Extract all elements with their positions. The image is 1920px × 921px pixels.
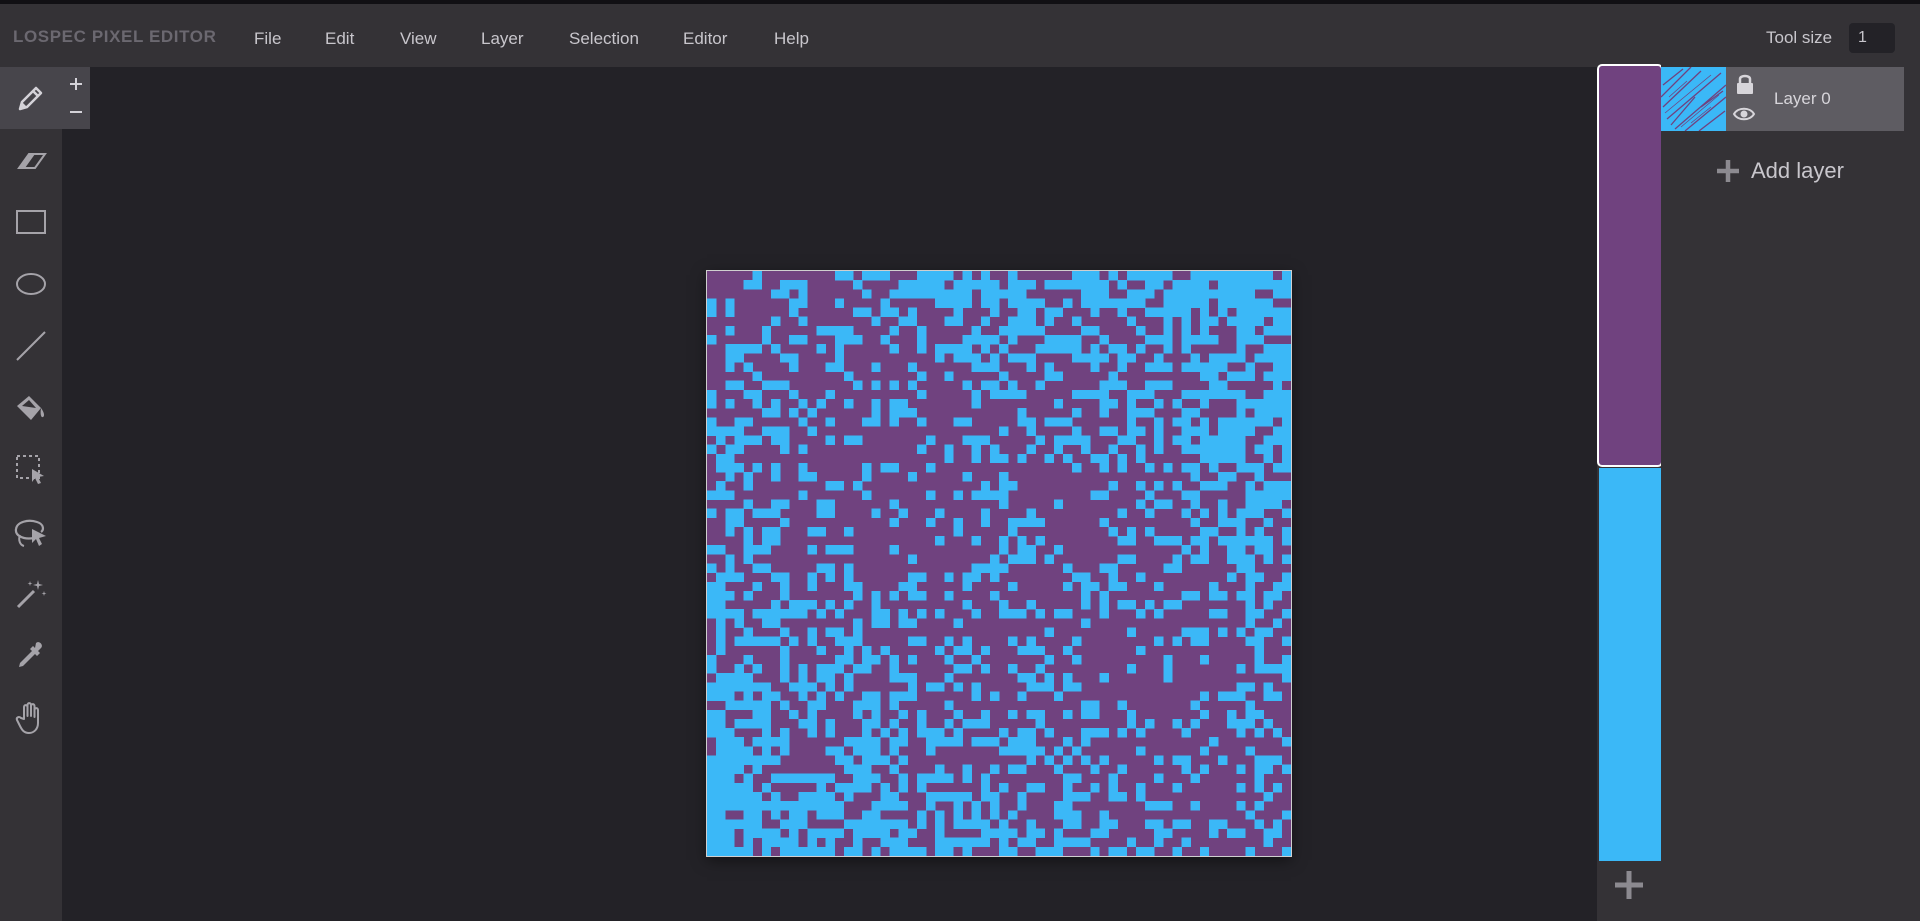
menu-edit[interactable]: Edit — [325, 29, 354, 49]
rectangle-icon — [16, 210, 46, 234]
menu-editor[interactable]: Editor — [683, 29, 727, 49]
magic-wand-icon — [16, 580, 47, 609]
rectangle-tool-button[interactable] — [0, 191, 62, 253]
layer-name: Layer 0 — [1774, 89, 1831, 108]
palette-swatch-blue[interactable] — [1599, 468, 1661, 861]
color-palette — [1597, 65, 1661, 921]
magic-wand-tool-button[interactable] — [0, 563, 62, 625]
pan-hand-icon — [15, 702, 39, 734]
plus-icon — [1615, 871, 1643, 899]
eraser-icon — [17, 153, 47, 169]
layer-thumbnail — [1661, 67, 1726, 131]
rectangle-select-icon — [16, 455, 44, 484]
line-tool-button[interactable] — [0, 315, 62, 377]
app-brand: LOSPEC PIXEL EDITOR — [13, 27, 217, 46]
tool-size-input[interactable] — [1849, 23, 1895, 53]
lock-icon[interactable] — [1734, 73, 1756, 95]
palette-swatch-purple[interactable] — [1599, 66, 1661, 465]
menu-file[interactable]: File — [254, 29, 281, 49]
fill-tool-button[interactable] — [0, 377, 62, 439]
menu-bar: LOSPEC PIXEL EDITOR File Edit View Layer… — [0, 4, 1920, 67]
eyedropper-icon — [19, 642, 42, 667]
layers-panel: Layer 0 Add layer — [1661, 65, 1920, 921]
pixel-canvas[interactable] — [707, 271, 1291, 856]
rectangle-select-tool-button[interactable] — [0, 439, 62, 501]
menu-view[interactable]: View — [400, 29, 437, 49]
ellipse-tool-button[interactable] — [0, 253, 62, 315]
eye-icon[interactable] — [1732, 103, 1756, 125]
line-icon — [16, 331, 46, 361]
menu-selection[interactable]: Selection — [569, 29, 639, 49]
lasso-select-icon — [14, 519, 46, 547]
pan-tool-button[interactable] — [0, 687, 62, 749]
pencil-tool-button[interactable] — [0, 67, 62, 129]
add-layer-button[interactable]: Add layer — [1717, 153, 1844, 189]
lasso-select-tool-button[interactable] — [0, 501, 62, 563]
add-layer-label: Add layer — [1751, 158, 1844, 183]
eyedropper-tool-button[interactable] — [0, 625, 62, 687]
layer-item[interactable]: Layer 0 — [1661, 67, 1904, 131]
tool-size-label: Tool size — [1766, 28, 1833, 47]
ellipse-icon — [16, 273, 46, 295]
workspace — [62, 67, 1596, 921]
add-color-button[interactable] — [1615, 871, 1643, 899]
eraser-tool-button[interactable] — [0, 129, 62, 191]
tool-bar — [0, 67, 62, 921]
fill-bucket-icon — [17, 396, 45, 420]
pencil-icon — [18, 86, 43, 111]
plus-icon — [1717, 160, 1739, 182]
menu-layer[interactable]: Layer — [481, 29, 524, 49]
menu-help[interactable]: Help — [774, 29, 809, 49]
